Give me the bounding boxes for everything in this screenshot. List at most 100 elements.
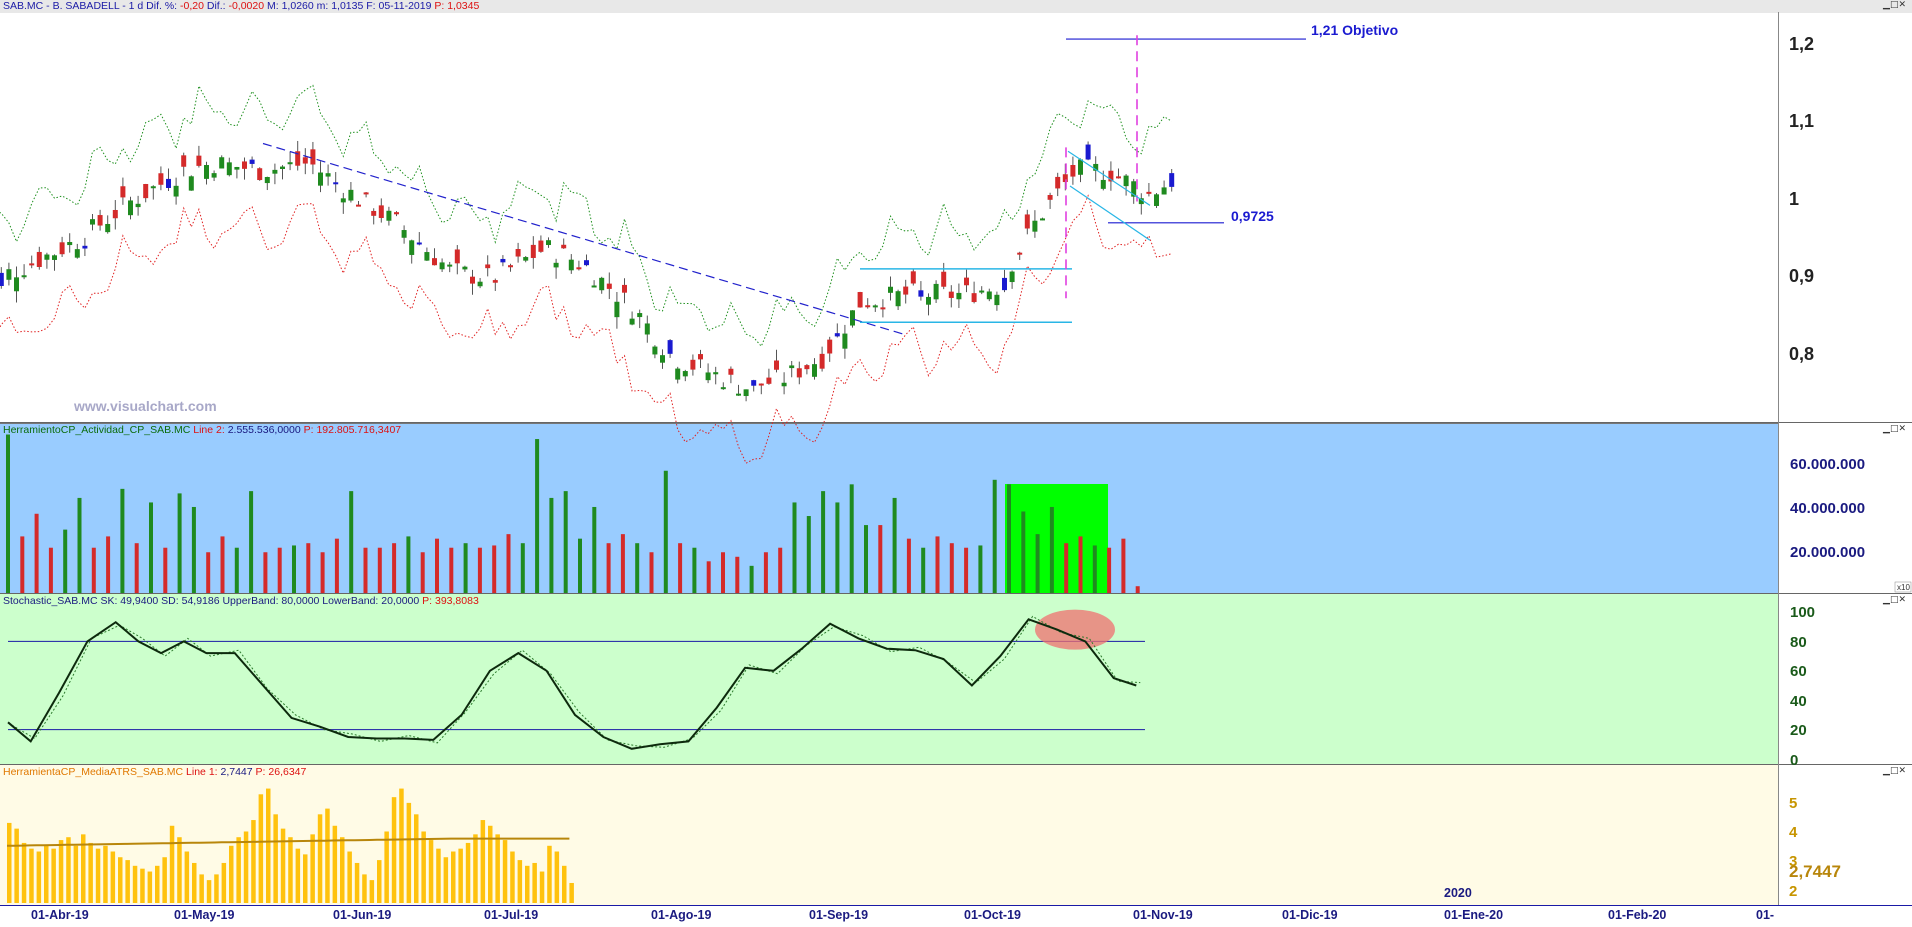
minimize-icon[interactable]: ▁ [1883, 424, 1890, 434]
atr-bar [103, 845, 108, 903]
atr-y-tick-label: 2 [1789, 883, 1797, 900]
candle-body [1002, 277, 1007, 291]
annotation-objetivo: 1,21 Objetivo [1311, 22, 1398, 38]
candle-body [994, 294, 1000, 306]
candle-body [318, 172, 323, 186]
candle-body [59, 242, 65, 255]
close-icon[interactable]: ✕ [1898, 766, 1906, 776]
atr-bar [29, 848, 34, 903]
volume-bar [134, 543, 139, 593]
candle-body [675, 368, 681, 380]
atr-bar [340, 837, 345, 903]
x-tick-label: 01-May-19 [174, 908, 234, 922]
x-tick-label: 01-Oct-19 [964, 908, 1021, 922]
candle-body [135, 203, 141, 208]
candle-body [378, 205, 384, 218]
volume-bar [406, 536, 411, 593]
candle-body [219, 157, 225, 169]
candle-body [150, 186, 156, 189]
x-tick-label: 01-Jul-19 [484, 908, 538, 922]
candle-body [682, 371, 688, 377]
volume-line-label: Line 2: [193, 424, 225, 436]
candle-body [781, 382, 787, 387]
annotation-support: 0,9725 [1231, 208, 1274, 224]
volume-bar [149, 502, 153, 593]
atr-bar [384, 831, 389, 903]
volume-bar [63, 529, 68, 593]
atr-p-value: 26,6347 [268, 766, 307, 778]
candle-body [394, 212, 399, 215]
atr-bar [458, 848, 463, 903]
atr-bar [443, 857, 449, 903]
atr-bar [184, 851, 190, 903]
atr-window-controls[interactable]: ▁□✕ [1883, 766, 1906, 776]
volume-bar [649, 552, 654, 593]
candle-body [112, 209, 118, 219]
volume-bar [964, 547, 969, 593]
volume-bar [792, 502, 797, 593]
volume-bar [449, 547, 454, 593]
atr-bar [14, 828, 19, 903]
atr-bar [236, 837, 241, 903]
candle-body [500, 258, 506, 263]
candle-body [74, 249, 80, 258]
volume-bar [177, 493, 182, 593]
candle-body [6, 269, 12, 280]
volume-bar [992, 479, 997, 593]
minimize-icon[interactable]: ▁ [1883, 766, 1890, 776]
minimize-icon[interactable]: ▁ [1883, 0, 1890, 10]
volume-bar [1049, 506, 1054, 593]
overbought-highlight-ellipse [1035, 609, 1115, 650]
atr-bar [118, 857, 123, 903]
atr-bar [473, 834, 478, 903]
close-icon[interactable]: ✕ [1898, 424, 1906, 434]
volume-p-value: 192.805.716,3407 [316, 424, 402, 436]
candle-body [751, 380, 757, 386]
candle-body [416, 242, 422, 245]
candle-body [249, 159, 255, 164]
atr-bar [362, 874, 367, 903]
volume-window-controls[interactable]: ▁□✕ [1883, 424, 1906, 434]
volume-bar [463, 543, 468, 593]
candle-body [606, 283, 612, 289]
close-icon[interactable]: ✕ [1898, 0, 1906, 10]
candle-body [0, 272, 4, 286]
x-year-label: 2020 [1444, 886, 1472, 900]
title-p-label: P: [434, 0, 445, 12]
stoch-window-controls[interactable]: ▁□✕ [1883, 595, 1906, 605]
stoch-y-tick-label: 40 [1790, 693, 1807, 710]
candle-body [1078, 159, 1083, 175]
atr-line-label: Line 1: [186, 766, 218, 778]
close-icon[interactable]: ✕ [1898, 595, 1906, 605]
atr-bar [354, 862, 360, 903]
minimize-icon[interactable]: ▁ [1883, 595, 1890, 605]
candle-body [629, 318, 635, 325]
candle-body [971, 293, 977, 303]
candle-body [720, 387, 726, 390]
candle-body [1161, 187, 1167, 195]
candle-body [401, 230, 407, 238]
candle-body [386, 210, 392, 221]
candle-body [242, 161, 247, 169]
candle-body [492, 280, 498, 283]
candle-body [637, 313, 643, 318]
candle-body [287, 162, 293, 165]
volume-bar [77, 497, 82, 593]
candle-body [576, 267, 582, 270]
volume-bar [120, 488, 125, 593]
main-window-controls[interactable]: ▁□✕ [1883, 0, 1906, 10]
candle-body [508, 265, 513, 268]
candle-body [166, 178, 171, 188]
volume-bar [578, 538, 582, 593]
volume-bar [1064, 543, 1069, 593]
main-y-tick-label: 1 [1789, 189, 1799, 209]
atr-bar [155, 865, 160, 903]
volume-bar [220, 536, 225, 593]
atr-bar [539, 871, 545, 903]
volume-bar [749, 565, 754, 593]
atr-bar [310, 834, 315, 903]
atr-bar [421, 831, 426, 903]
atr-bar [288, 837, 293, 903]
volume-bar [1035, 534, 1040, 593]
candle-body [1154, 194, 1159, 206]
